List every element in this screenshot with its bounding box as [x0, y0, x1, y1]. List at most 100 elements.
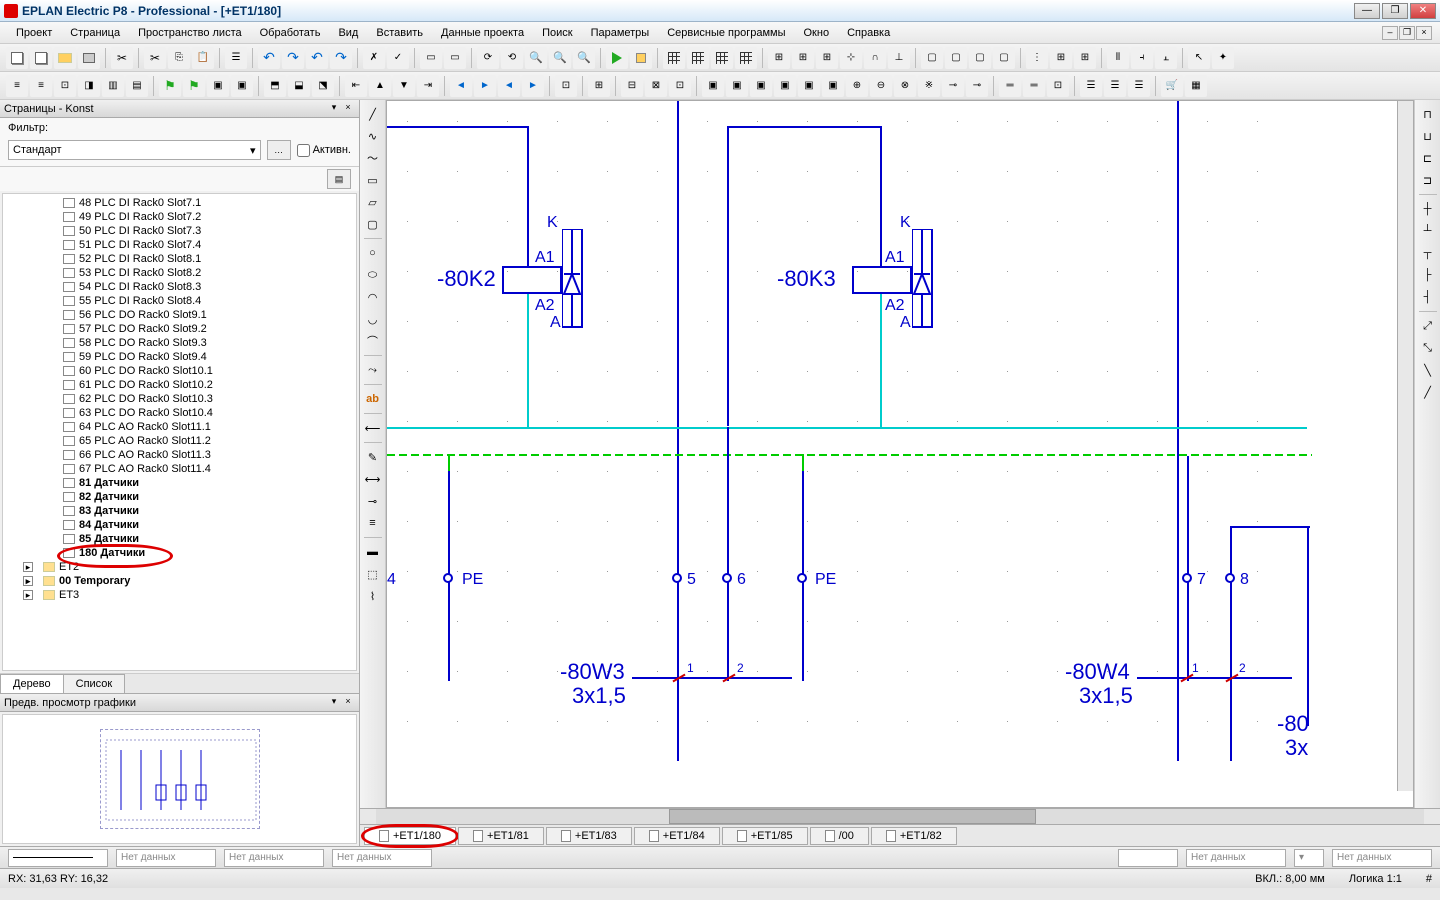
grid1-button[interactable]	[663, 47, 685, 69]
up-button[interactable]: ▲	[369, 75, 391, 97]
drawing-canvas[interactable]: -80K2 K A1 A2 A	[386, 100, 1414, 808]
tool-circle[interactable]	[363, 243, 383, 263]
db-button[interactable]: ▦	[1185, 75, 1207, 97]
tool-arc[interactable]: ◠	[363, 287, 383, 307]
comp9-button[interactable]: ⊗	[894, 75, 916, 97]
rtool-4[interactable]: ⊐	[1418, 170, 1438, 190]
box4-button[interactable]: ▢	[993, 47, 1015, 69]
open-button[interactable]	[54, 47, 76, 69]
flag3-button[interactable]: ▣	[207, 75, 229, 97]
tool-roundrect[interactable]: ▢	[363, 214, 383, 234]
win-button[interactable]: ▭	[420, 47, 442, 69]
comp12-button[interactable]: ⊸	[966, 75, 988, 97]
tbl1-button[interactable]: ⊞	[768, 47, 790, 69]
menu-page[interactable]: Страница	[62, 25, 128, 41]
mdi-minimize[interactable]: –	[1382, 26, 1398, 40]
tree-item[interactable]: 55 PLC DI Rack0 Slot8.4	[3, 294, 356, 308]
mdi-restore[interactable]: ❐	[1399, 26, 1415, 40]
menu-insert[interactable]: Вставить	[368, 25, 431, 41]
tool-arc2[interactable]: ◡	[363, 309, 383, 329]
nav3-button[interactable]: ⊡	[54, 75, 76, 97]
tree-item[interactable]: 180 Датчики	[3, 546, 356, 560]
prop-4[interactable]	[1118, 849, 1178, 867]
rtool-8[interactable]: ├	[1418, 265, 1438, 285]
rtool-3[interactable]: ⊏	[1418, 148, 1438, 168]
stop-button[interactable]	[630, 47, 652, 69]
tree-item[interactable]: 85 Датчики	[3, 532, 356, 546]
sheet-tab[interactable]: +ET1/82	[871, 827, 957, 845]
sheet-tab[interactable]: +ET1/81	[458, 827, 544, 845]
prop-linestyle[interactable]	[8, 849, 108, 867]
cfg3-button[interactable]: ⊞	[1074, 47, 1096, 69]
tab-list[interactable]: Список	[63, 674, 126, 693]
align3-button[interactable]: ⫠	[1155, 47, 1177, 69]
prop-2[interactable]: Нет данных	[224, 849, 324, 867]
tool-arc3[interactable]: ⌒	[363, 331, 383, 351]
tree-item[interactable]: 64 PLC AO Rack0 Slot11.1	[3, 420, 356, 434]
cart-button[interactable]: 🛒	[1161, 75, 1183, 97]
mark1-button[interactable]: ⬒	[264, 75, 286, 97]
align1-button[interactable]: ⫴	[1107, 47, 1129, 69]
prev-button[interactable]	[450, 75, 472, 97]
zoom-fit-button[interactable]	[573, 47, 595, 69]
filter-extra-button[interactable]: ▤	[327, 169, 351, 189]
tab-tree[interactable]: Дерево	[0, 674, 64, 693]
tbl2-button[interactable]: ⊞	[792, 47, 814, 69]
tree-item[interactable]: ▸ET2	[3, 560, 356, 574]
menu-window[interactable]: Окно	[796, 25, 838, 41]
rtool-7[interactable]: ┬	[1418, 243, 1438, 263]
tree-item[interactable]: ▸00 Temporary	[3, 574, 356, 588]
tree-item[interactable]: 60 PLC DO Rack0 Slot10.1	[3, 364, 356, 378]
cursor-button[interactable]: ↖	[1188, 47, 1210, 69]
tree-item[interactable]: 51 PLC DI Rack0 Slot7.4	[3, 238, 356, 252]
new-button[interactable]	[6, 47, 28, 69]
tree-item[interactable]: 83 Датчики	[3, 504, 356, 518]
filter-edit-button[interactable]: …	[267, 140, 291, 160]
tree-item[interactable]: 53 PLC DI Rack0 Slot8.2	[3, 266, 356, 280]
down-button[interactable]: ▼	[393, 75, 415, 97]
tool-pin[interactable]	[363, 491, 383, 511]
comp6-button[interactable]: ▣	[822, 75, 844, 97]
canvas-vscroll[interactable]	[1397, 101, 1413, 791]
tool-misc[interactable]: ⌇	[363, 586, 383, 606]
refresh-button[interactable]: ⟳	[477, 47, 499, 69]
menu-view[interactable]: Вид	[330, 25, 366, 41]
menu-projectdata[interactable]: Данные проекта	[433, 25, 532, 41]
prop-7[interactable]: Нет данных	[1332, 849, 1432, 867]
rtool-12[interactable]: ╲	[1418, 360, 1438, 380]
prop-1[interactable]: Нет данных	[116, 849, 216, 867]
rtool-10[interactable]: ⤢	[1418, 316, 1438, 336]
box1-button[interactable]: ▢	[921, 47, 943, 69]
tree-item[interactable]: ▸ET3	[3, 588, 356, 602]
mark2-button[interactable]: ⬓	[288, 75, 310, 97]
tree-item[interactable]: 49 PLC DI Rack0 Slot7.2	[3, 210, 356, 224]
tool-part[interactable]: ▬	[363, 542, 383, 562]
bus1-button[interactable]: ═	[999, 75, 1021, 97]
page-tree[interactable]: 48 PLC DI Rack0 Slot7.149 PLC DI Rack0 S…	[2, 193, 357, 671]
grid3-button[interactable]	[711, 47, 733, 69]
zoom-out-button[interactable]	[549, 47, 571, 69]
tree-item[interactable]: 66 PLC AO Rack0 Slot11.3	[3, 448, 356, 462]
tree-item[interactable]: 63 PLC DO Rack0 Slot10.4	[3, 406, 356, 420]
rtool-5[interactable]: ┼	[1418, 199, 1438, 219]
comp1-button[interactable]: ▣	[702, 75, 724, 97]
tool-text[interactable]: ab	[363, 389, 383, 409]
redo2-button[interactable]	[330, 47, 352, 69]
panel-pin-button[interactable]: ▾	[327, 102, 341, 116]
sym3-button[interactable]: ⊡	[669, 75, 691, 97]
canvas-hscroll[interactable]	[360, 808, 1440, 824]
rtool-6[interactable]: ┴	[1418, 221, 1438, 241]
tool-ellipse[interactable]: ⬭	[363, 265, 383, 285]
filter-combo[interactable]: Стандарт▾	[8, 140, 261, 160]
sync-button[interactable]: ⟲	[501, 47, 523, 69]
bus3-button[interactable]: ⊡	[1047, 75, 1069, 97]
zoom-in-button[interactable]	[525, 47, 547, 69]
comp10-button[interactable]: ※	[918, 75, 940, 97]
minimize-button[interactable]: —	[1354, 3, 1380, 19]
prop-5[interactable]: Нет данных	[1186, 849, 1286, 867]
target-button[interactable]: ✦	[1212, 47, 1234, 69]
win2-button[interactable]: ▭	[444, 47, 466, 69]
del-button[interactable]: ✗	[363, 47, 385, 69]
tree-item[interactable]: 65 PLC AO Rack0 Slot11.2	[3, 434, 356, 448]
rtool-13[interactable]: ╱	[1418, 382, 1438, 402]
